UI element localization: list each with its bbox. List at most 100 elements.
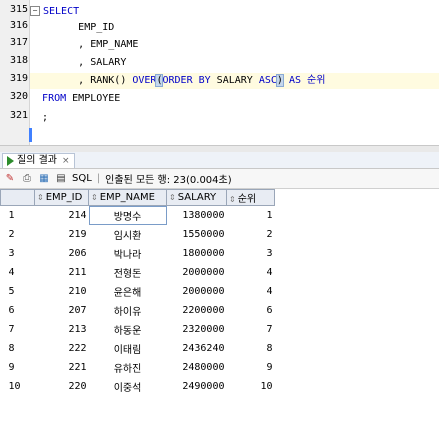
tab-label: 질의 결과 [17, 155, 57, 166]
table-cell[interactable]: 214 [35, 206, 89, 226]
table-cell[interactable]: 이태림 [89, 339, 167, 358]
row-number[interactable]: 8 [1, 339, 35, 358]
sort-icon[interactable]: ⇕ [169, 193, 176, 202]
table-cell[interactable]: 4 [227, 263, 275, 282]
table-cell[interactable]: 윤은해 [89, 282, 167, 301]
table-cell[interactable]: 4 [227, 282, 275, 301]
table-cell[interactable]: 6 [227, 301, 275, 320]
line-number: 316 [9, 20, 28, 31]
table-cell[interactable]: 하이유 [89, 301, 167, 320]
table-cell[interactable]: 임시환 [89, 225, 167, 244]
code-line[interactable]: , SALARY [30, 55, 439, 71]
row-number[interactable]: 4 [1, 263, 35, 282]
sort-icon[interactable]: ⇕ [37, 193, 44, 202]
row-number[interactable]: 10 [1, 377, 35, 396]
table-row[interactable]: 7 213 하동운 2320000 7 [1, 320, 275, 339]
tab-query-result[interactable]: 질의 결과 × [2, 153, 75, 168]
pin-icon[interactable]: ✎ [4, 173, 16, 185]
print-icon[interactable]: ⎙ [21, 173, 33, 185]
sort-icon[interactable]: ⇕ [91, 193, 98, 202]
table-cell[interactable]: 220 [35, 377, 89, 396]
code-token: , SALARY [78, 57, 127, 68]
line-number: 317 [9, 37, 28, 48]
column-header[interactable] [0, 189, 35, 206]
table-row[interactable]: 5 210 윤은해 2000000 4 [1, 282, 275, 301]
fold-toggle-icon[interactable]: − [30, 6, 40, 16]
table-cell[interactable]: 1800000 [167, 244, 227, 263]
close-icon[interactable]: × [62, 154, 70, 168]
table-cell[interactable]: 전형돈 [89, 263, 167, 282]
table-cell[interactable]: 박나라 [89, 244, 167, 263]
table-cell[interactable]: 방명수 [88, 205, 167, 225]
sql-editor[interactable]: 315 316 317 318 319 320 321 − SELECT EMP_ID , E… [0, 0, 439, 145]
table-cell[interactable]: 3 [227, 244, 275, 263]
table-cell[interactable]: 10 [227, 377, 275, 396]
table-cell[interactable]: 유하진 [89, 358, 167, 377]
table-cell[interactable]: 222 [35, 339, 89, 358]
table-cell[interactable]: 2490000 [167, 377, 227, 396]
sql-icon[interactable]: ▤ [55, 173, 67, 185]
row-number[interactable]: 5 [1, 282, 35, 301]
table-cell[interactable]: 221 [35, 358, 89, 377]
table-cell[interactable]: 2000000 [167, 263, 227, 282]
column-header[interactable]: ⇕ 순위 [226, 189, 275, 206]
line-number: 320 [9, 91, 28, 102]
table-row[interactable]: 3 206 박나라 1800000 3 [1, 244, 275, 263]
code-line[interactable]: FROM EMPLOYEE [30, 91, 439, 107]
export-icon[interactable]: ▦ [38, 173, 50, 185]
table-cell[interactable]: 이중석 [89, 377, 167, 396]
results-toolbar: ✎ ⎙ ▦ ▤ SQL | 인출된 모든 행: 23(0.004초) [0, 169, 439, 189]
line-number: 319 [9, 73, 28, 84]
column-header[interactable]: ⇕ SALARY [166, 189, 227, 206]
table-cell[interactable]: 211 [35, 263, 89, 282]
row-number[interactable]: 3 [1, 244, 35, 263]
table-cell[interactable]: 1380000 [167, 206, 227, 226]
row-number[interactable]: 9 [1, 358, 35, 377]
row-number[interactable]: 2 [1, 225, 35, 244]
table-row[interactable]: 10 220 이중석 2490000 10 [1, 377, 275, 396]
results-grid[interactable]: ⇕ EMP_ID ⇕ EMP_NAME ⇕ SALARY ⇕ 순위 1 214 방명수 138000… [0, 189, 439, 428]
column-header-label: 순위 [237, 194, 257, 205]
table-cell[interactable]: 9 [227, 358, 275, 377]
code-line[interactable]: , RANK() OVER(ORDER BY SALARY ASC) AS 순위 [30, 73, 439, 89]
line-number: 315 [9, 4, 28, 15]
table-cell[interactable]: 2200000 [167, 301, 227, 320]
sort-icon[interactable]: ⇕ [229, 195, 236, 204]
row-number[interactable]: 7 [1, 320, 35, 339]
code-line[interactable]: − SELECT [30, 4, 439, 20]
table-cell[interactable]: 2480000 [167, 358, 227, 377]
table-cell[interactable]: 하동운 [89, 320, 167, 339]
column-header[interactable]: ⇕ EMP_ID [34, 189, 89, 206]
table-cell[interactable]: 2 [227, 225, 275, 244]
table-row[interactable]: 2 219 임시환 1550000 2 [1, 225, 275, 244]
column-header[interactable]: ⇕ EMP_NAME [88, 189, 167, 206]
row-number[interactable]: 6 [1, 301, 35, 320]
table-row[interactable]: 1 214 방명수 1380000 1 [1, 205, 275, 226]
table-row[interactable]: 9 221 유하진 2480000 9 [1, 358, 275, 377]
row-number[interactable]: 1 [1, 206, 35, 226]
table-cell[interactable]: 207 [35, 301, 89, 320]
table-cell[interactable]: 7 [227, 320, 275, 339]
table-cell[interactable]: 1550000 [167, 225, 227, 244]
code-token: 순위 [307, 75, 326, 86]
table-row[interactable]: 6 207 하이유 2200000 6 [1, 301, 275, 320]
table-cell[interactable]: 206 [35, 244, 89, 263]
sql-button[interactable]: SQL [72, 173, 92, 184]
fetch-status: 인출된 모든 행: 23(0.004초) [105, 175, 232, 186]
table-cell[interactable]: 2436240 [167, 339, 227, 358]
code-token: SALARY [210, 75, 259, 86]
table-cell[interactable]: 8 [227, 339, 275, 358]
table-row[interactable]: 4 211 전형돈 2000000 4 [1, 263, 275, 282]
table-cell[interactable]: 219 [35, 225, 89, 244]
code-token: OVER [132, 75, 157, 86]
code-line[interactable]: , EMP_NAME [30, 37, 439, 53]
table-cell[interactable]: 210 [35, 282, 89, 301]
code-line[interactable]: ; [30, 110, 439, 126]
table-cell[interactable]: 2320000 [167, 320, 227, 339]
table-cell[interactable]: 2000000 [167, 282, 227, 301]
code-line[interactable]: EMP_ID [30, 20, 439, 36]
table-cell[interactable]: 1 [227, 206, 275, 226]
line-number: 321 [9, 110, 28, 121]
table-cell[interactable]: 213 [35, 320, 89, 339]
table-row[interactable]: 8 222 이태림 2436240 8 [1, 339, 275, 358]
